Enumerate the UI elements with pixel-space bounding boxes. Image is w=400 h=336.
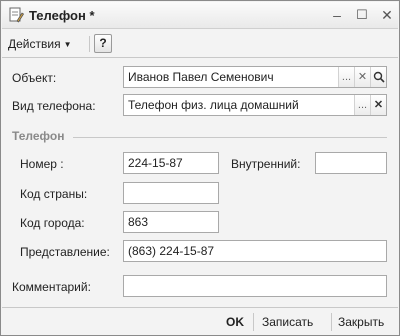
country-code-input[interactable] [123,182,219,204]
maximize-button[interactable]: ☐ [353,6,371,24]
internal-label: Внутренний: [231,157,301,171]
dialog-button-bar: OK Записать Закрыть [2,307,398,335]
section-divider [73,137,387,138]
button-separator [331,313,332,331]
city-code-label: Код города: [20,216,85,230]
phone-type-field[interactable]: Телефон физ. лица домашний ... ✕ [123,94,387,116]
close-window-button[interactable]: ✕ [378,6,396,24]
select-button[interactable]: ... [338,67,354,87]
number-input[interactable]: 224-15-87 [123,152,219,174]
number-label: Номер : [20,157,64,171]
country-code-label: Код страны: [20,187,88,201]
window-title: Телефон * [29,8,95,23]
chevron-down-icon: ▼ [63,40,72,49]
search-icon[interactable] [370,67,386,87]
close-button[interactable]: Закрыть [338,313,384,331]
title-bar[interactable]: Телефон * – ☐ ✕ [2,2,398,29]
representation-label: Представление: [20,245,110,259]
comment-input[interactable] [123,275,387,297]
actions-menu[interactable]: Действия ▼ [8,35,72,53]
button-separator [253,313,254,331]
phone-type-label: Вид телефона: [12,99,96,113]
comment-label: Комментарий: [12,280,91,294]
representation-input[interactable]: (863) 224-15-87 [123,240,387,262]
phone-section-title: Телефон [12,129,65,143]
document-edit-icon [9,7,24,23]
select-button[interactable]: ... [354,95,370,115]
object-field[interactable]: Иванов Павел Семенович ... ✕ [123,66,387,88]
toolbar: Действия ▼ ? [2,30,398,58]
toolbar-separator [89,36,90,52]
phone-type-value: Телефон физ. лица домашний [128,98,299,112]
minimize-button[interactable]: – [328,6,346,24]
internal-input[interactable] [315,152,387,174]
phone-dialog-window: Телефон * – ☐ ✕ Действия ▼ ? Объект: Иван… [0,0,400,336]
clear-icon[interactable]: ✕ [370,95,386,115]
help-button[interactable]: ? [94,34,112,53]
city-code-input[interactable]: 863 [123,211,219,233]
object-label: Объект: [12,71,57,85]
object-value: Иванов Павел Семенович [128,70,274,84]
save-button[interactable]: Записать [262,313,313,331]
clear-icon[interactable]: ✕ [354,67,370,87]
ok-button[interactable]: OK [226,313,244,331]
actions-menu-label: Действия [8,37,61,51]
